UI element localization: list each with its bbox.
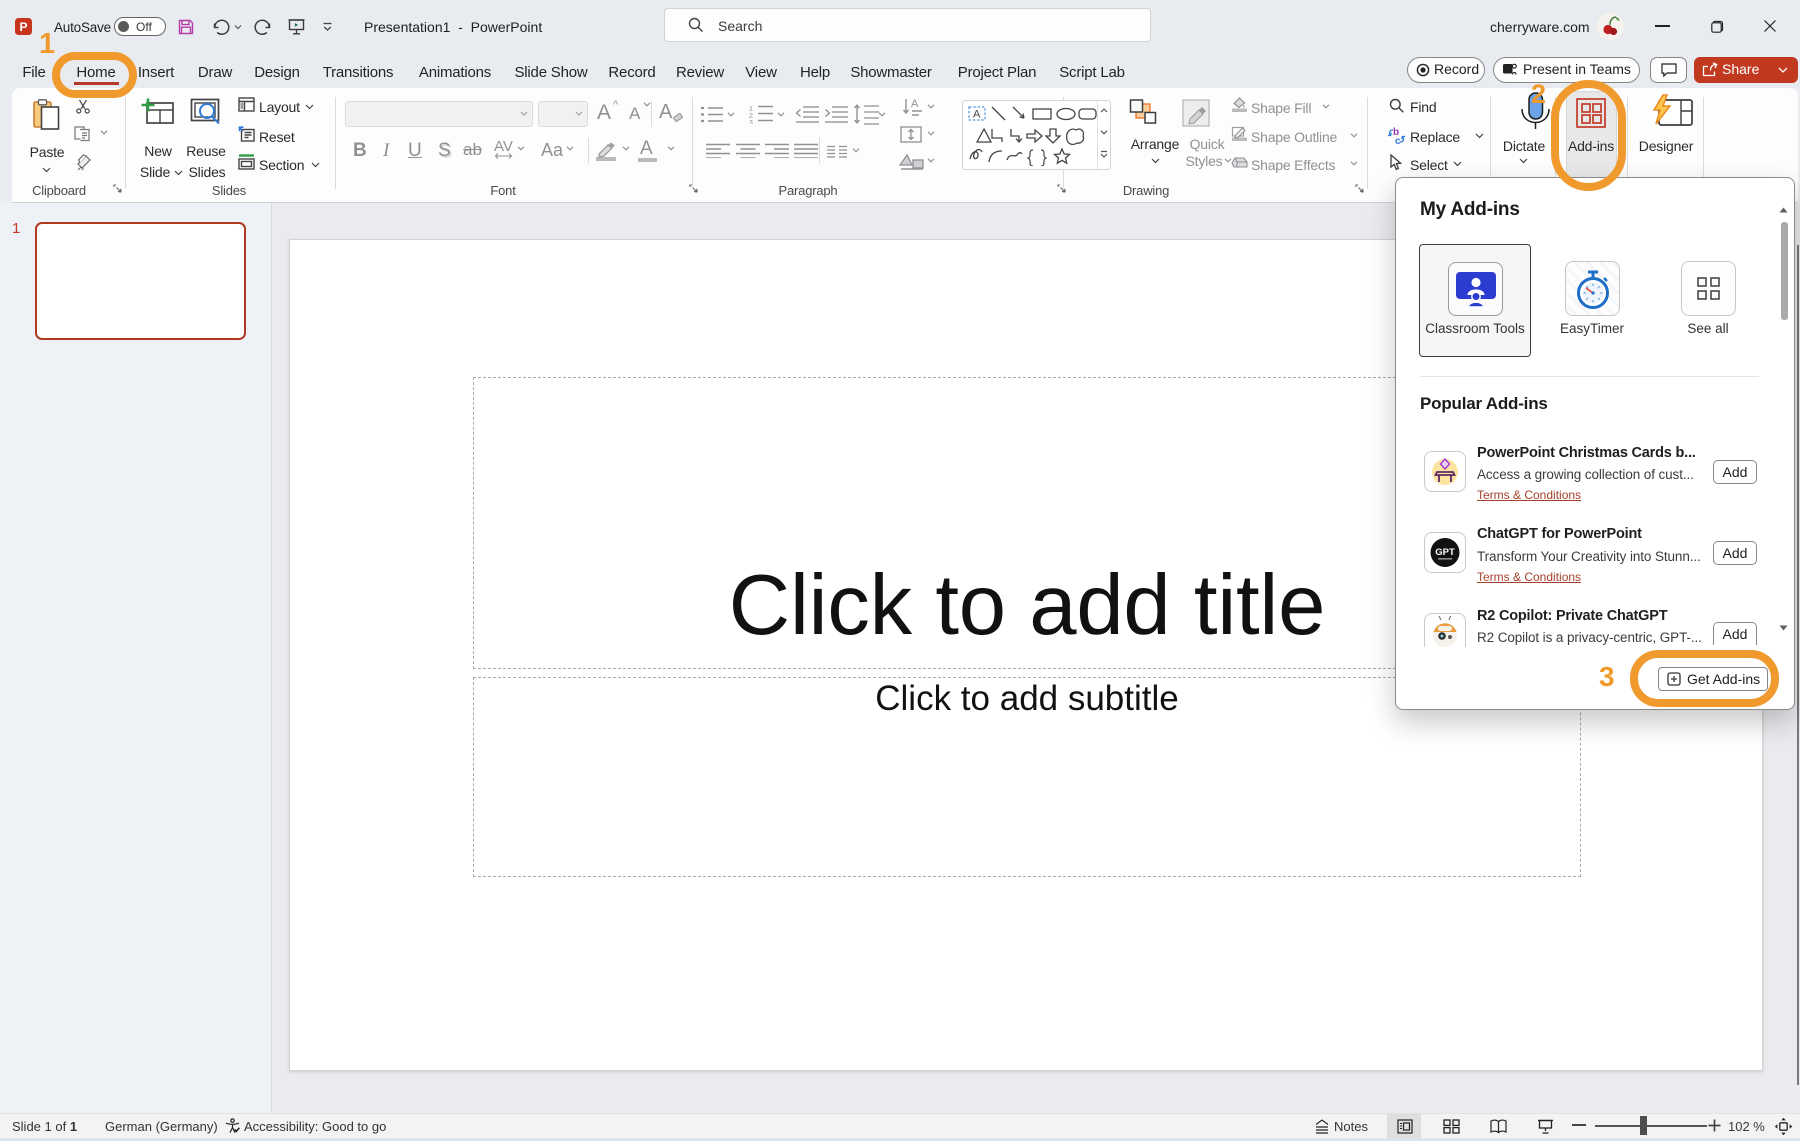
svg-text:GPT: GPT xyxy=(1435,547,1455,558)
svg-text:3: 3 xyxy=(749,120,753,124)
svg-text:A: A xyxy=(973,109,981,121)
svg-text:A: A xyxy=(911,98,919,110)
svg-text:c: c xyxy=(1395,136,1401,145)
svg-text:P: P xyxy=(19,20,27,34)
svg-text:1: 1 xyxy=(749,106,753,113)
svg-text:2: 2 xyxy=(749,113,753,120)
svg-text:T: T xyxy=(1505,64,1511,74)
